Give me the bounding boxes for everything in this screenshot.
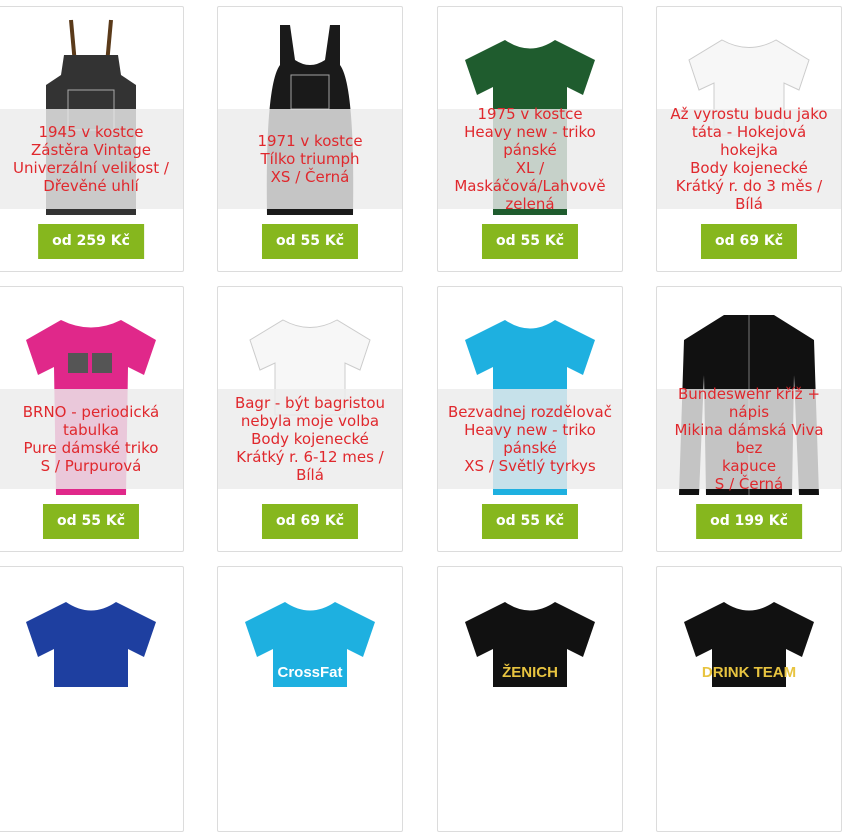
product-card[interactable]: BRNO - periodická tabulka Pure dámské tr… [0, 286, 184, 552]
print-text: ŽENICH [502, 663, 558, 681]
product-card[interactable]: ŽENICH [437, 566, 623, 832]
product-title[interactable]: Bundeswehr kříž + nápis Mikina dámská Vi… [657, 385, 841, 493]
product-card[interactable]: Bezvadnej rozdělovač Heavy new - triko p… [437, 286, 623, 552]
product-title-overlay[interactable]: Bundeswehr kříž + nápis Mikina dámská Vi… [657, 385, 841, 493]
product-title[interactable]: 1971 v kostce Tílko triumph XS / Černá [253, 132, 366, 186]
product-card[interactable]: Až vyrostu budu jako táta - Hokejová hok… [656, 6, 842, 272]
price-button[interactable]: od 55 Kč [481, 224, 579, 259]
price-button[interactable]: od 259 Kč [38, 224, 144, 259]
tshirt-icon[interactable]: CrossFat [218, 567, 402, 687]
price-button[interactable]: od 55 Kč [261, 224, 359, 259]
product-card[interactable]: Bundeswehr kříž + nápis Mikina dámská Vi… [656, 286, 842, 552]
product-card[interactable]: 1971 v kostce Tílko triumph XS / Černá od… [217, 6, 403, 272]
product-title-overlay[interactable]: 1945 v kostce Zástěra Vintage Univerzáln… [0, 109, 183, 209]
tshirt-icon[interactable]: ŽENICH [438, 567, 622, 687]
product-title-overlay[interactable]: BRNO - periodická tabulka Pure dámské tr… [0, 389, 183, 489]
print-text: DRINK TEAM [702, 664, 796, 681]
product-title[interactable]: BRNO - periodická tabulka Pure dámské tr… [19, 403, 164, 475]
product-card[interactable]: Bagr - být bagristou nebyla moje volba B… [217, 286, 403, 552]
tshirt-icon[interactable]: DRINK TEAM [657, 567, 841, 687]
product-title-overlay[interactable]: Bagr - být bagristou nebyla moje volba B… [218, 389, 402, 489]
product-title-overlay[interactable]: 1975 v kostce Heavy new - triko pánské X… [438, 105, 622, 213]
product-grid: 1945 v kostce Zástěra Vintage Univerzáln… [0, 0, 845, 832]
product-title[interactable]: Bagr - být bagristou nebyla moje volba B… [218, 394, 402, 484]
product-title-overlay[interactable]: Až vyrostu budu jako táta - Hokejová hok… [657, 105, 841, 213]
product-card[interactable] [0, 566, 184, 832]
product-title[interactable]: 1975 v kostce Heavy new - triko pánské X… [438, 105, 622, 213]
product-title[interactable]: Až vyrostu budu jako táta - Hokejová hok… [657, 105, 841, 213]
product-title-overlay[interactable]: 1971 v kostce Tílko triumph XS / Černá [218, 109, 402, 209]
price-button[interactable]: od 69 Kč [700, 224, 798, 259]
product-title[interactable]: Bezvadnej rozdělovač Heavy new - triko p… [438, 403, 622, 475]
tshirt-icon[interactable] [0, 567, 183, 687]
price-button[interactable]: od 55 Kč [481, 504, 579, 539]
product-card[interactable]: DRINK TEAM [656, 566, 842, 832]
product-title[interactable]: 1945 v kostce Zástěra Vintage Univerzáln… [9, 123, 173, 195]
product-card[interactable]: 1945 v kostce Zástěra Vintage Univerzáln… [0, 6, 184, 272]
price-button[interactable]: od 199 Kč [696, 504, 802, 539]
product-title-overlay[interactable]: Bezvadnej rozdělovač Heavy new - triko p… [438, 389, 622, 489]
product-card[interactable]: CrossFat [217, 566, 403, 832]
price-button[interactable]: od 55 Kč [42, 504, 140, 539]
price-button[interactable]: od 69 Kč [261, 504, 359, 539]
print-text: CrossFat [277, 664, 342, 681]
product-card[interactable]: 1975 v kostce Heavy new - triko pánské X… [437, 6, 623, 272]
